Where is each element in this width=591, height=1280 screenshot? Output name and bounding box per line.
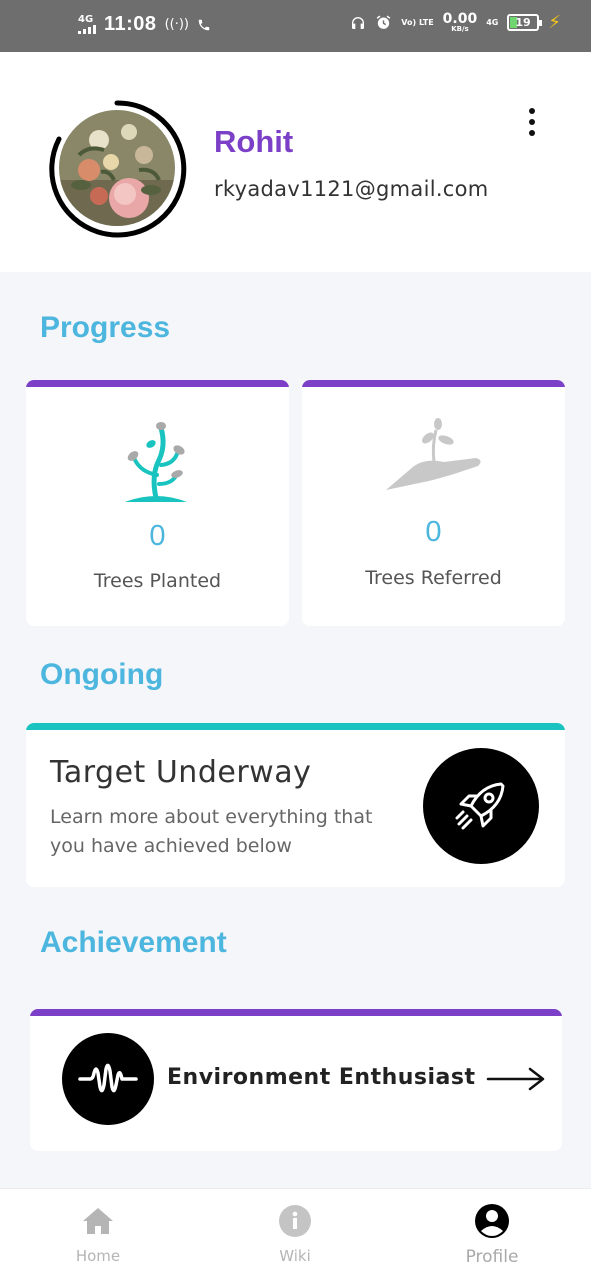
kebab-dot [529,130,535,136]
nav-home-label: Home [75,1247,121,1265]
bottom-navigation: Home Wiki Profile [0,1188,591,1280]
nav-profile-label: Profile [465,1247,519,1267]
alarm-icon [376,15,391,29]
clock: 11:08 [104,13,157,35]
battery-icon: 19 [507,14,543,31]
headphones-icon [352,16,365,29]
profile-name: Rohit [214,124,294,159]
signal-bars-icon [78,25,96,34]
account-circle-icon [475,1204,509,1238]
kebab-menu-icon[interactable] [520,104,544,140]
profile-header: Rohit rkyadav1121@gmail.com [0,52,591,272]
trees-planted-label: Trees Planted [93,570,222,592]
phone-icon [198,19,210,30]
card-accent-bar [26,723,565,730]
wifi-calling-icon: ((·)) [164,17,189,32]
battery-level: 19 [515,16,531,29]
network-type-right: 4G [486,17,499,27]
status-bar: 4G 11:08 ((·)) Vo) LTE 0.00 KB/s 4G 19 ⚡ [0,0,591,52]
info-icon [279,1205,311,1237]
achievement-title: Achievement [40,926,227,959]
home-icon [83,1208,113,1234]
soundwave-icon [62,1033,154,1125]
volte-indicator: Vo) LTE [401,17,434,27]
nav-profile[interactable]: Profile [432,1201,552,1267]
achievement-card[interactable]: Environment Enthusiast [30,1009,562,1151]
nav-wiki-label: Wiki [279,1247,311,1265]
status-right: Vo) LTE 0.00 KB/s 4G 19 ⚡ [350,12,561,33]
nav-wiki[interactable]: Wiki [235,1201,355,1265]
nav-home[interactable]: Home [38,1201,158,1265]
status-left: 4G 11:08 ((·)) [78,13,211,36]
card-accent-bar [26,380,289,387]
flower-painting-image [59,110,175,226]
trees-referred-count: 0 [425,516,442,548]
card-accent-bar [30,1009,562,1016]
progress-title: Progress [40,311,171,344]
trees-planted-card[interactable]: 0 Trees Planted [26,380,289,626]
trees-referred-card[interactable]: 0 Trees Referred [302,380,565,626]
charging-icon: ⚡ [548,12,561,33]
avatar[interactable] [59,110,175,226]
data-speed: 0.00 KB/s [443,12,478,33]
kebab-dot [529,108,535,114]
kebab-dot [529,119,535,125]
hand-plant-icon [386,418,481,490]
soundwave-glyph [78,1063,138,1093]
plant-icon [125,422,187,502]
rocket-icon [423,748,539,864]
target-underway-card[interactable]: Target Underway Learn more about everyth… [26,723,565,887]
target-underway-description: Learn more about everything that you hav… [50,806,373,857]
network-type-label: 4G [78,14,94,25]
rocket-glyph [455,782,505,830]
trees-planted-count: 0 [149,520,166,552]
card-accent-bar [302,380,565,387]
arrow-right-icon[interactable] [486,1065,546,1093]
trees-referred-label: Trees Referred [365,567,502,589]
achievement-label: Environment Enthusiast [167,1065,476,1090]
ongoing-title: Ongoing [40,658,164,691]
signal-indicator: 4G [78,15,96,34]
target-underway-title: Target Underway [50,755,312,790]
profile-email: rkyadav1121@gmail.com [214,177,489,201]
